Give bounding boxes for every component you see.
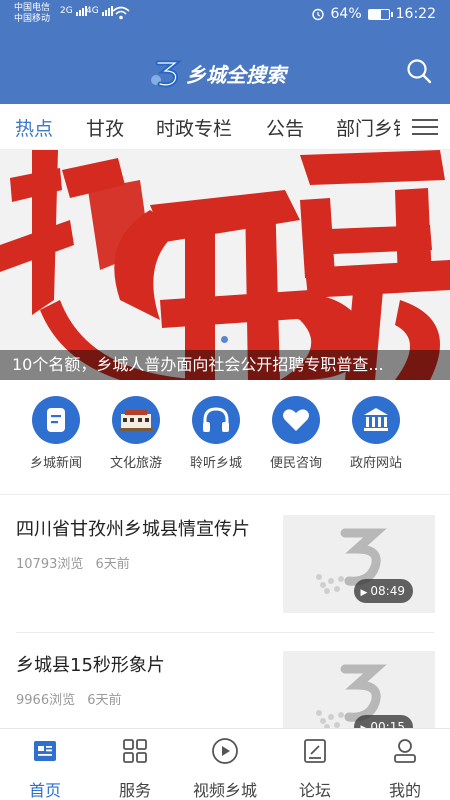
nav-label: 视频乡城 [192,781,257,800]
quick-links: 乡城新闻 文化旅游 聆听乡城 便民咨询 政府网站 [0,380,450,495]
quick-link-news[interactable]: 乡城新闻 [16,396,96,471]
view-count: 9966浏览 [16,693,76,708]
view-count: 10793浏览 [16,557,84,572]
network-type-2: 4G [86,6,99,16]
search-icon[interactable] [406,58,432,84]
battery-percent: 64% [330,6,362,22]
carrier-2: 中国移动 [14,14,51,24]
news-item[interactable]: 四川省甘孜州乡城县情宣传片 10793浏览 6天前 ▶ 08:49 [0,497,450,632]
app-logo: 乡城全搜索 [148,58,286,88]
nav-services[interactable]: 服务 [90,735,180,800]
signal-1: 2G [60,6,88,16]
duration-text: 08:49 [370,584,405,598]
nav-video[interactable]: 视频乡城 [180,735,270,800]
clock: 16:22 [395,6,436,22]
video-thumbnail[interactable]: ▶ 08:49 [283,515,435,613]
headphones-icon [192,396,240,444]
quick-link-label: 便民咨询 [269,456,322,471]
news-meta: 10793浏览 6天前 [16,553,138,572]
tab-announcements[interactable]: 公告 [266,114,304,141]
quick-link-consult[interactable]: 便民咨询 [256,396,336,471]
app-title: 乡城全搜索 [186,62,286,87]
carrier-labels: 中国电信 中国移动 [14,3,50,25]
quick-link-listen[interactable]: 聆听乡城 [176,396,256,471]
logo-icon [151,60,182,88]
quick-link-label: 文化旅游 [109,456,162,471]
news-title[interactable]: 四川省甘孜州乡城县情宣传片 [16,515,276,541]
forum-icon [304,739,326,763]
banner-caption[interactable]: 10个名额，乡城人普办面向社会公开招聘专职普查... [0,350,450,380]
play-icon: ▶ [360,588,368,598]
home-icon [34,741,56,761]
building-icon [112,396,160,444]
nav-label: 服务 [118,781,151,800]
nav-forum[interactable]: 论坛 [270,735,360,800]
battery-icon [367,8,393,20]
quick-link-label: 政府网站 [349,456,402,471]
nav-home[interactable]: 首页 [0,735,90,800]
quick-link-culture-tourism[interactable]: 文化旅游 [96,396,176,471]
quick-link-government[interactable]: 政府网站 [336,396,416,471]
news-icon [32,396,80,444]
wifi-icon [112,6,130,20]
grid-icon [123,739,147,763]
tab-politics[interactable]: 时政专栏 [156,114,232,141]
nav-label: 我的 [388,781,421,800]
recruitment-banner-image [0,150,450,380]
play-icon [212,738,238,764]
category-tabs: 热点 甘孜 时政专栏 公告 部门乡镇 [0,104,450,150]
news-title[interactable]: 乡城县15秒形象片 [16,651,276,677]
app-header: 乡城全搜索 [0,30,450,104]
alarm-icon [311,8,324,21]
menu-icon[interactable] [400,104,450,149]
publish-time: 6天前 [95,557,130,572]
nav-label: 论坛 [298,781,331,800]
nav-label: 首页 [28,781,61,800]
nav-profile[interactable]: 我的 [360,735,450,800]
network-type-1: 2G [60,6,73,16]
carrier-1: 中国电信 [14,3,51,13]
status-bar: 中国电信 中国移动 2G 4G 64% 16:22 [0,0,450,30]
quick-link-label: 乡城新闻 [29,456,82,471]
status-right: 64% 16:22 [311,6,436,22]
user-icon [394,739,416,763]
tab-hot[interactable]: 热点 [15,114,53,141]
news-meta: 9966浏览 6天前 [16,689,130,708]
publish-time: 6天前 [87,693,122,708]
tab-ganzi[interactable]: 甘孜 [86,114,124,141]
heart-icon [272,396,320,444]
banner-carousel[interactable]: 10个名额，乡城人普办面向社会公开招聘专职普查... [0,150,450,380]
app-screen: 中国电信 中国移动 2G 4G 64% 16:22 乡城全搜索 热点 甘孜 时政… [0,0,450,800]
carousel-indicator[interactable] [221,336,228,343]
quick-link-label: 聆听乡城 [189,456,242,471]
bottom-navigation: 首页 服务 视频乡城 论坛 我的 [0,728,450,800]
video-duration: ▶ 08:49 [354,579,413,603]
signal-2: 4G [86,6,114,16]
government-icon [352,396,400,444]
